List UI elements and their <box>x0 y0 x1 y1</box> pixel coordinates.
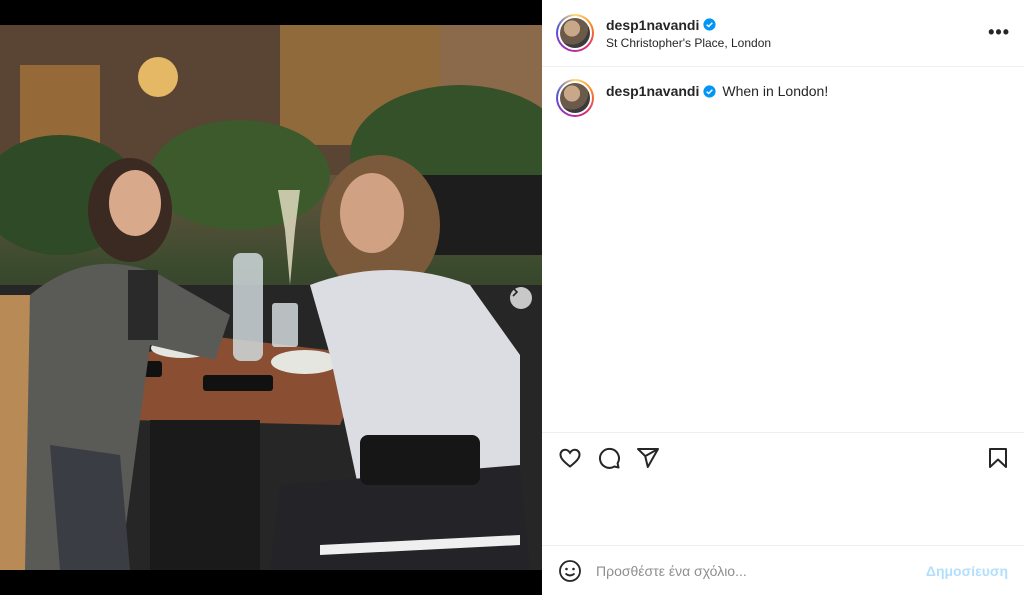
comment-icon[interactable] <box>597 446 621 470</box>
post-actions <box>542 432 1024 482</box>
post-comment-button[interactable]: Δημοσίευση <box>926 563 1008 579</box>
caption-text: When in London! <box>722 83 829 99</box>
avatar[interactable] <box>556 14 594 52</box>
post-caption: desp1navandi When in London! <box>542 67 1024 129</box>
verified-badge-icon <box>703 84 716 98</box>
verified-badge-icon <box>703 18 716 31</box>
avatar-image <box>560 18 590 48</box>
post-media <box>0 0 542 595</box>
caption-avatar[interactable] <box>556 79 594 117</box>
carousel-next-button[interactable] <box>510 287 532 309</box>
post-details-panel: desp1navandi St Christopher's Place, Lon… <box>542 0 1024 595</box>
location-link[interactable]: St Christopher's Place, London <box>606 36 771 50</box>
bookmark-icon[interactable] <box>986 446 1010 470</box>
emoji-icon[interactable] <box>558 559 582 583</box>
caption-username-link[interactable]: desp1navandi <box>606 83 699 99</box>
post-header: desp1navandi St Christopher's Place, Lon… <box>542 0 1024 67</box>
share-icon[interactable] <box>636 446 660 470</box>
more-horizontal-icon[interactable]: ••• <box>988 22 1010 43</box>
username-link[interactable]: desp1navandi <box>606 17 699 33</box>
comment-bar: Δημοσίευση <box>542 545 1024 595</box>
post-photo[interactable] <box>0 25 542 570</box>
avatar-image <box>560 83 590 113</box>
photo-illustration <box>0 25 542 570</box>
comment-input[interactable] <box>596 562 926 579</box>
heart-icon[interactable] <box>558 446 582 470</box>
chevron-right-icon <box>512 287 519 297</box>
